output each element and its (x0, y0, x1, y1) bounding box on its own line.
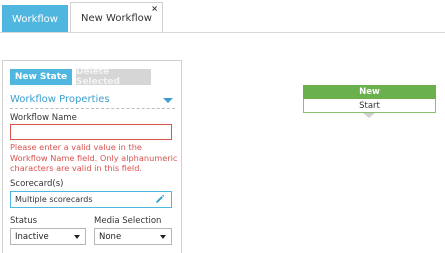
state-node-connector[interactable] (363, 113, 375, 118)
scorecards-label: Scorecard(s) (10, 179, 64, 189)
scorecards-value: Multiple scorecards (15, 195, 93, 204)
delete-selected-button[interactable]: Delete Selected (76, 67, 151, 87)
chevron-down-icon (74, 235, 80, 239)
media-selection-select[interactable]: None (94, 228, 172, 245)
pencil-icon[interactable] (154, 194, 165, 207)
caret-down-icon[interactable] (163, 98, 173, 103)
workflow-state-node[interactable]: New Start (303, 85, 436, 118)
tab-divider (0, 32, 445, 33)
status-select[interactable]: Inactive (10, 228, 86, 245)
workflow-properties-title: Workflow Properties (10, 94, 110, 105)
close-icon[interactable]: × (151, 4, 158, 13)
state-node-body: Start (303, 99, 436, 113)
new-state-button[interactable]: New State (10, 69, 72, 85)
tab-new-workflow-label: New Workflow (81, 12, 152, 24)
workflow-name-label: Workflow Name (10, 113, 77, 123)
workflow-properties-panel: New State Delete Selected Workflow Prope… (2, 60, 182, 253)
section-divider (10, 108, 175, 109)
scorecards-field[interactable]: Multiple scorecards (10, 191, 172, 208)
chevron-down-icon (160, 235, 166, 239)
workflow-name-input[interactable] (10, 124, 172, 140)
tab-new-workflow[interactable]: New Workflow × (70, 2, 163, 33)
status-label: Status (10, 216, 38, 226)
workflow-name-error: Please enter a valid value in the Workfl… (10, 142, 178, 173)
media-selection-label: Media Selection (94, 216, 162, 226)
state-node-header: New (303, 85, 436, 99)
tab-bar: Workflow New Workflow × (0, 0, 445, 34)
status-value: Inactive (15, 231, 49, 242)
tab-workflow[interactable]: Workflow (2, 5, 68, 33)
tab-workflow-label: Workflow (12, 13, 58, 25)
media-selection-value: None (99, 231, 122, 242)
